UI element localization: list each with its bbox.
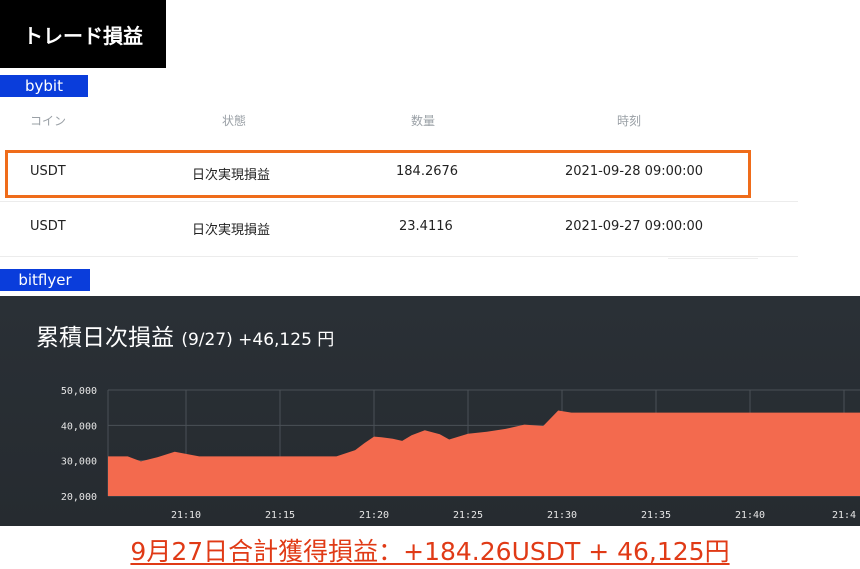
x-tick-label: 21:20 [359, 510, 389, 521]
bybit-label: bybit [0, 75, 88, 97]
cell-time: 2021-09-27 09:00:00 [565, 219, 704, 234]
x-tick-label: 21:35 [641, 510, 671, 521]
x-tick-label: 21:4 [832, 510, 856, 521]
table-row: USDT 日次実現損益 23.4116 2021-09-27 09:00:00 [0, 202, 798, 257]
header-time: 時刻 [617, 114, 642, 128]
bitflyer-label: bitflyer [0, 269, 90, 291]
table-header: コイン 状態 数量 時刻 [0, 100, 800, 140]
pnl-area-series [108, 410, 860, 496]
y-tick-label: 30,000 [61, 457, 97, 468]
header-status: 状態 [222, 114, 247, 128]
y-tick-label: 20,000 [61, 492, 97, 503]
x-tick-label: 21:25 [453, 510, 483, 521]
cell-status: 日次実現損益 [192, 223, 271, 238]
cell-coin: USDT [30, 219, 66, 234]
cell-quantity: 23.4116 [399, 219, 453, 234]
row-highlight-box [5, 150, 751, 198]
divider [668, 258, 758, 259]
x-tick-label: 21:15 [265, 510, 295, 521]
y-tick-label: 40,000 [61, 421, 97, 432]
cumulative-pnl-chart: 50,000 40,000 30,000 20,000 21:10 21:15 21:20 2… [61, 386, 860, 521]
header-coin: コイン [30, 114, 67, 128]
bitflyer-chart-panel: 累積日次損益 (9/27) +46,125 円 50,000 40,000 30,0… [0, 296, 860, 526]
y-tick-label: 50,000 [61, 386, 97, 397]
x-tick-label: 21:10 [171, 510, 201, 521]
page-title: トレード損益 [0, 0, 166, 68]
x-tick-label: 21:30 [547, 510, 577, 521]
x-tick-label: 21:40 [735, 510, 765, 521]
summary-text: 9月27日合計獲得損益：+184.26USDT + 46,125円 [130, 537, 730, 566]
header-quantity: 数量 [411, 114, 436, 128]
